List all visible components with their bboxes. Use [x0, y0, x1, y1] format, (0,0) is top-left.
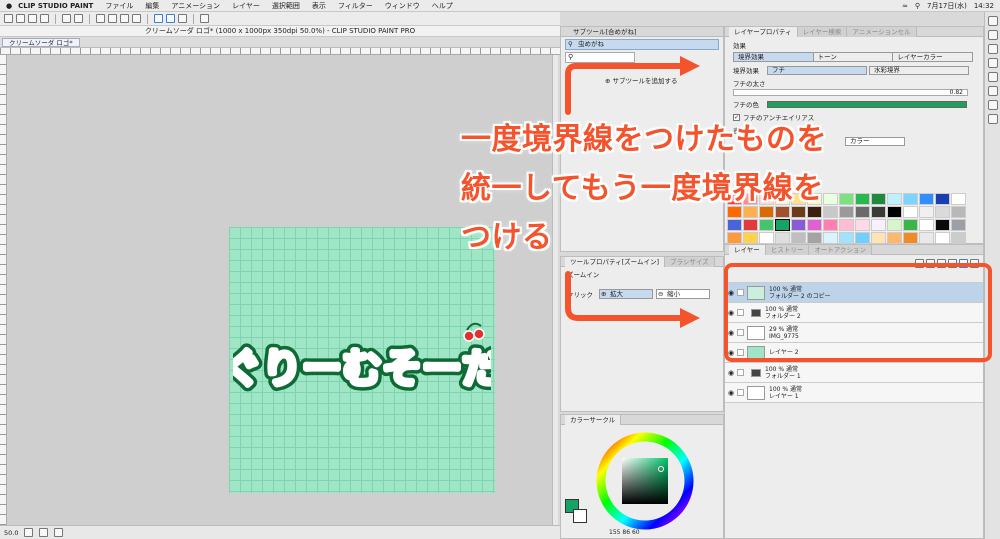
annotation-line-1: 一度境界線をつけたものを: [461, 122, 827, 157]
upper-arrow-line: [565, 63, 685, 115]
lower-arrow-line: [565, 271, 685, 321]
annotation-line-3: つける: [461, 220, 553, 255]
annotation-line-2: 統一してもう一度境界線を: [461, 171, 824, 206]
lower-arrow-head: [680, 308, 700, 328]
annotation-arrows: [565, 56, 992, 362]
upper-arrow-head: [680, 56, 700, 76]
highlight-box: [724, 263, 992, 362]
